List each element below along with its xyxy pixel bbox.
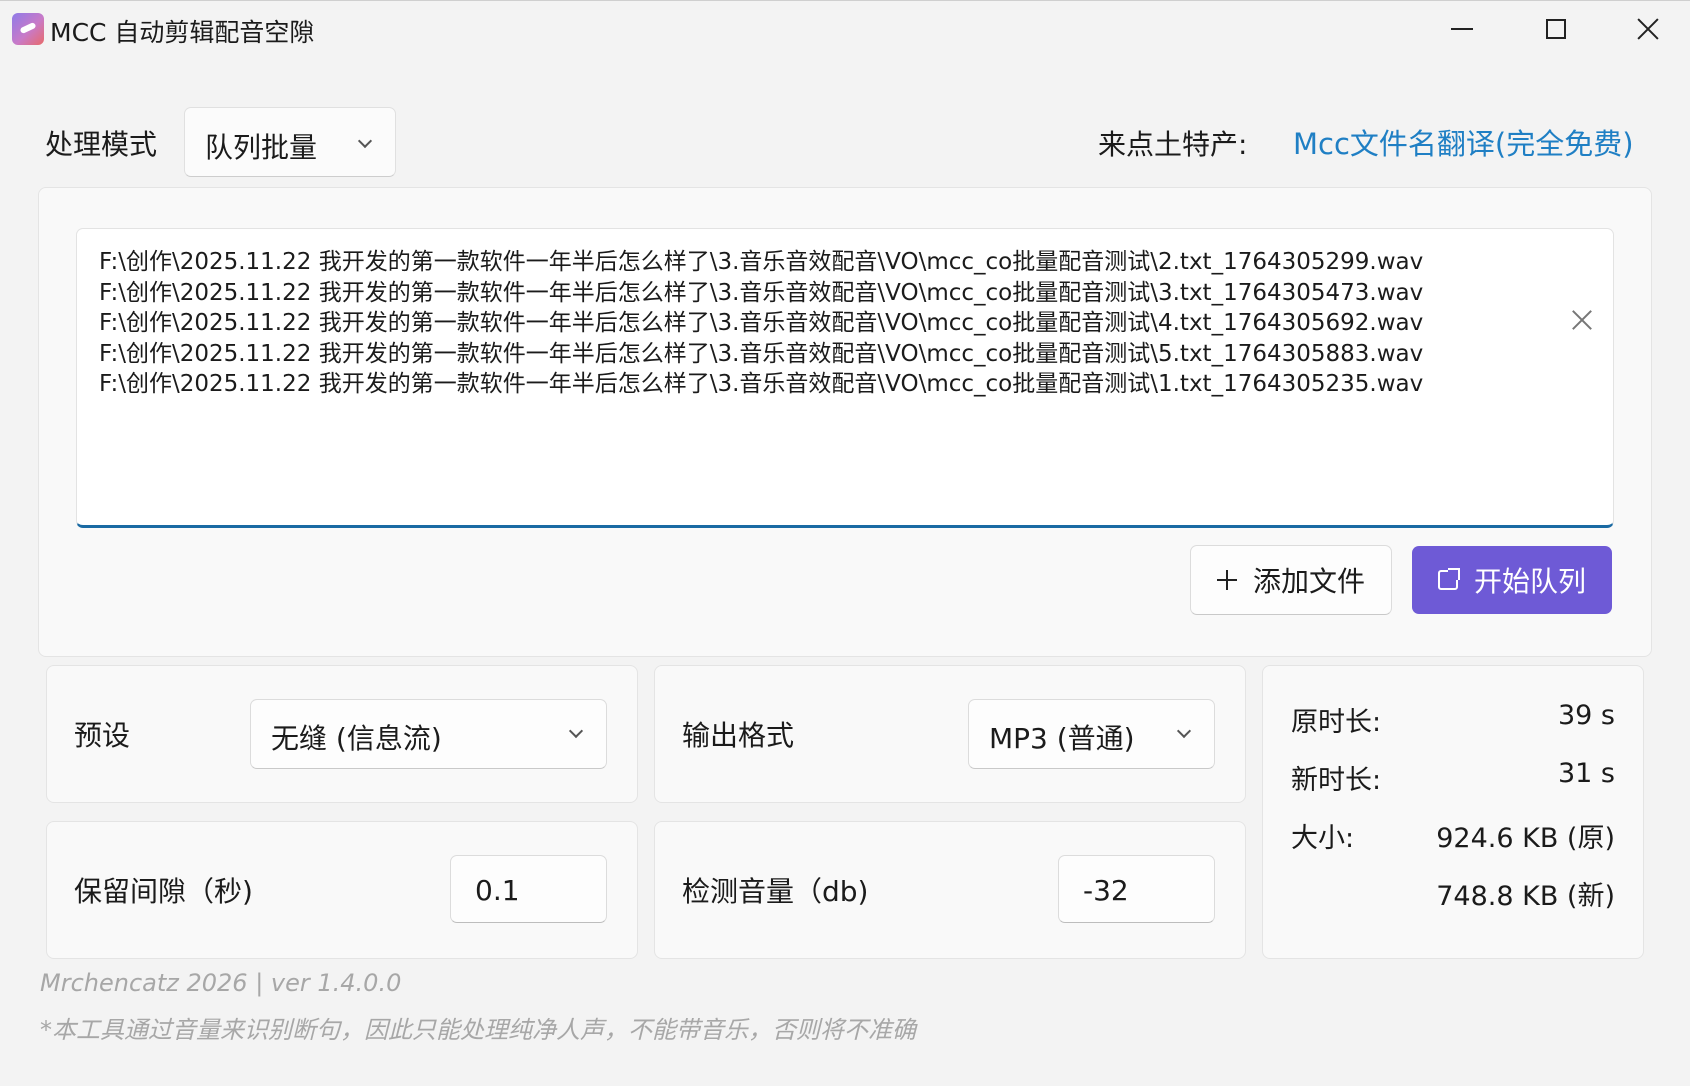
volume-input[interactable]: -32 [1058, 855, 1215, 923]
new-size-value: 748.8 KB (新) [1436, 881, 1615, 912]
add-file-button[interactable]: 添加文件 [1190, 545, 1392, 615]
new-duration-label: 新时长: [1291, 765, 1382, 796]
new-duration-value: 31 s [1557, 758, 1615, 789]
file-list-item: F:\创作\2025.11.22 我开发的第一款软件一年半后怎么样了\3.音乐音… [99, 279, 1424, 306]
gap-card: 保留间隙（秒) 0.1 [46, 821, 638, 959]
preset-label: 预设 [74, 719, 131, 752]
original-size-value: 924.6 KB (原) [1436, 823, 1615, 854]
output-format-label: 输出格式 [682, 719, 795, 752]
output-format-value: MP3 (普通) [989, 722, 1135, 755]
gap-input[interactable]: 0.1 [450, 855, 607, 923]
promo-link[interactable]: Mcc文件名翻译(完全免费) [1293, 121, 1634, 163]
start-queue-label: 开始队列 [1473, 565, 1586, 598]
close-icon [1636, 17, 1660, 41]
mode-label: 处理模式 [45, 128, 158, 161]
volume-card: 检测音量（db) -32 [654, 821, 1246, 959]
title-bar: MCC 自动剪辑配音空隙 [0, 1, 1690, 59]
volume-input-value: -32 [1083, 874, 1129, 907]
file-list-item: F:\创作\2025.11.22 我开发的第一款软件一年半后怎么样了\3.音乐音… [99, 340, 1424, 367]
app-logo-icon [12, 13, 44, 45]
version-text: Mrchencatz 2026 | ver 1.4.0.0 [40, 969, 402, 997]
output-format-dropdown[interactable]: MP3 (普通) [968, 699, 1215, 769]
mode-dropdown-value: 队列批量 [205, 131, 318, 164]
open-external-icon [1437, 568, 1460, 590]
original-duration-value: 39 s [1557, 700, 1615, 731]
volume-label: 检测音量（db) [682, 875, 869, 908]
file-list-item: F:\创作\2025.11.22 我开发的第一款软件一年半后怎么样了\3.音乐音… [99, 249, 1424, 275]
mode-dropdown[interactable]: 队列批量 [184, 107, 396, 177]
chevron-down-icon [1176, 723, 1192, 739]
usage-note: *本工具通过音量来识别断句，因此只能处理纯净人声，不能带音乐，否则将不准确 [40, 1016, 916, 1044]
output-format-card: 输出格式 MP3 (普通) [654, 665, 1246, 803]
preset-dropdown-value: 无缝 (信息流) [271, 722, 442, 755]
maximize-button[interactable] [1526, 7, 1586, 51]
add-file-label: 添加文件 [1252, 565, 1365, 598]
minimize-icon [1451, 28, 1473, 30]
close-button[interactable] [1618, 7, 1678, 51]
preset-dropdown[interactable]: 无缝 (信息流) [250, 699, 607, 769]
file-list-item: F:\创作\2025.11.22 我开发的第一款软件一年半后怎么样了\3.音乐音… [99, 371, 1424, 397]
start-queue-button[interactable]: 开始队列 [1412, 546, 1612, 614]
app-window: MCC 自动剪辑配音空隙 处理模式 队列批量 来点土特产: Mcc文件名翻译(完… [0, 0, 1690, 1086]
file-list-textbox[interactable]: F:\创作\2025.11.22 我开发的第一款软件一年半后怎么样了\3.音乐音… [76, 228, 1614, 528]
gap-label: 保留间隙（秒) [74, 875, 253, 908]
size-label: 大小: [1291, 823, 1355, 854]
window-title: MCC 自动剪辑配音空隙 [50, 18, 315, 47]
stats-card: 原时长: 39 s 新时长: 31 s 大小: 924.6 KB (原) 748… [1262, 665, 1644, 959]
chevron-down-icon [568, 723, 584, 739]
clear-list-icon[interactable] [1571, 309, 1593, 331]
file-list-item: F:\创作\2025.11.22 我开发的第一款软件一年半后怎么样了\3.音乐音… [99, 310, 1424, 336]
maximize-icon [1546, 19, 1566, 39]
plus-icon [1216, 570, 1237, 590]
preset-card: 预设 无缝 (信息流) [46, 665, 638, 803]
minimize-button[interactable] [1432, 7, 1492, 51]
chevron-down-icon [357, 133, 373, 149]
gap-input-value: 0.1 [475, 874, 520, 907]
promo-label: 来点土特产: [1098, 128, 1248, 161]
original-duration-label: 原时长: [1291, 707, 1382, 738]
